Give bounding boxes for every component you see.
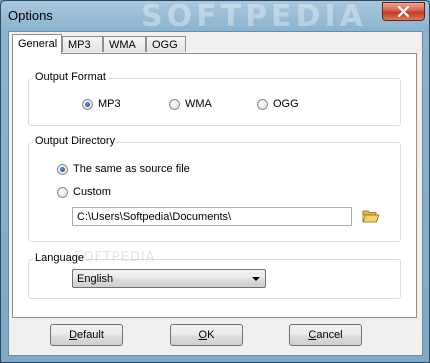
language-watermark: SOFTPEDIA	[74, 250, 156, 265]
radio-ogg-label: OGG	[273, 98, 299, 110]
title-bar[interactable]: Options SOFTPEDIA	[1, 0, 430, 34]
default-button[interactable]: Default	[50, 324, 123, 346]
radio-wma[interactable]: WMA	[169, 98, 212, 110]
default-button-mnemonic: D	[69, 329, 78, 341]
output-format-group: Output Format MP3 WMA OGG	[28, 71, 401, 126]
radio-mp3-indicator	[82, 98, 93, 110]
tab-ogg-label: OGG	[152, 39, 178, 51]
radio-same-as-source[interactable]: The same as source file	[57, 163, 190, 175]
radio-ogg-indicator	[257, 98, 268, 110]
browse-folder-button[interactable]	[362, 208, 380, 227]
title-watermark: SOFTPEDIA	[141, 0, 367, 34]
radio-custom[interactable]: Custom	[57, 186, 111, 198]
language-select[interactable]: English	[72, 269, 266, 288]
cancel-button-label: ancel	[316, 329, 343, 341]
output-format-label: Output Format	[33, 71, 108, 83]
radio-mp3[interactable]: MP3	[82, 98, 121, 110]
radio-wma-indicator	[169, 98, 180, 110]
radio-mp3-label: MP3	[98, 98, 121, 110]
radio-wma-label: WMA	[185, 98, 212, 110]
language-group: Language SOFTPEDIA English	[28, 250, 401, 299]
tab-wma[interactable]: WMA	[103, 36, 146, 52]
output-directory-group: Output Directory The same as source file…	[28, 135, 401, 242]
ok-button-label: K	[207, 329, 215, 341]
folder-open-icon	[362, 210, 380, 223]
window-title: Options	[8, 8, 53, 23]
radio-same-as-source-indicator	[57, 163, 68, 175]
close-button[interactable]	[382, 2, 425, 21]
language-selected-value: English	[77, 273, 114, 285]
close-icon	[397, 6, 410, 17]
tab-wma-label: WMA	[109, 39, 136, 51]
ok-button-mnemonic: O	[198, 329, 208, 341]
tab-general-label: General	[18, 38, 58, 50]
cancel-button[interactable]: Cancel	[289, 324, 362, 346]
tab-mp3-label: MP3	[68, 39, 91, 51]
radio-same-as-source-label: The same as source file	[73, 163, 190, 175]
general-tab-panel: Output Format MP3 WMA OGG Output Directo…	[12, 53, 417, 318]
radio-custom-indicator	[57, 186, 68, 198]
tab-mp3[interactable]: MP3	[62, 36, 103, 52]
output-directory-label: Output Directory	[33, 135, 118, 147]
radio-custom-label: Custom	[73, 186, 111, 198]
ok-button[interactable]: OK	[170, 324, 243, 346]
output-path-input[interactable]	[72, 207, 352, 226]
tab-ogg[interactable]: OGG	[146, 36, 186, 52]
default-button-label: efault	[77, 329, 104, 341]
options-dialog: Options SOFTPEDIA General MP3 WMA OGG Ou…	[0, 0, 430, 363]
dropdown-arrow-icon	[252, 277, 260, 281]
dialog-body: General MP3 WMA OGG Output Format MP3 WM…	[8, 31, 423, 356]
tab-general[interactable]: General	[12, 34, 62, 54]
radio-ogg[interactable]: OGG	[257, 98, 299, 110]
